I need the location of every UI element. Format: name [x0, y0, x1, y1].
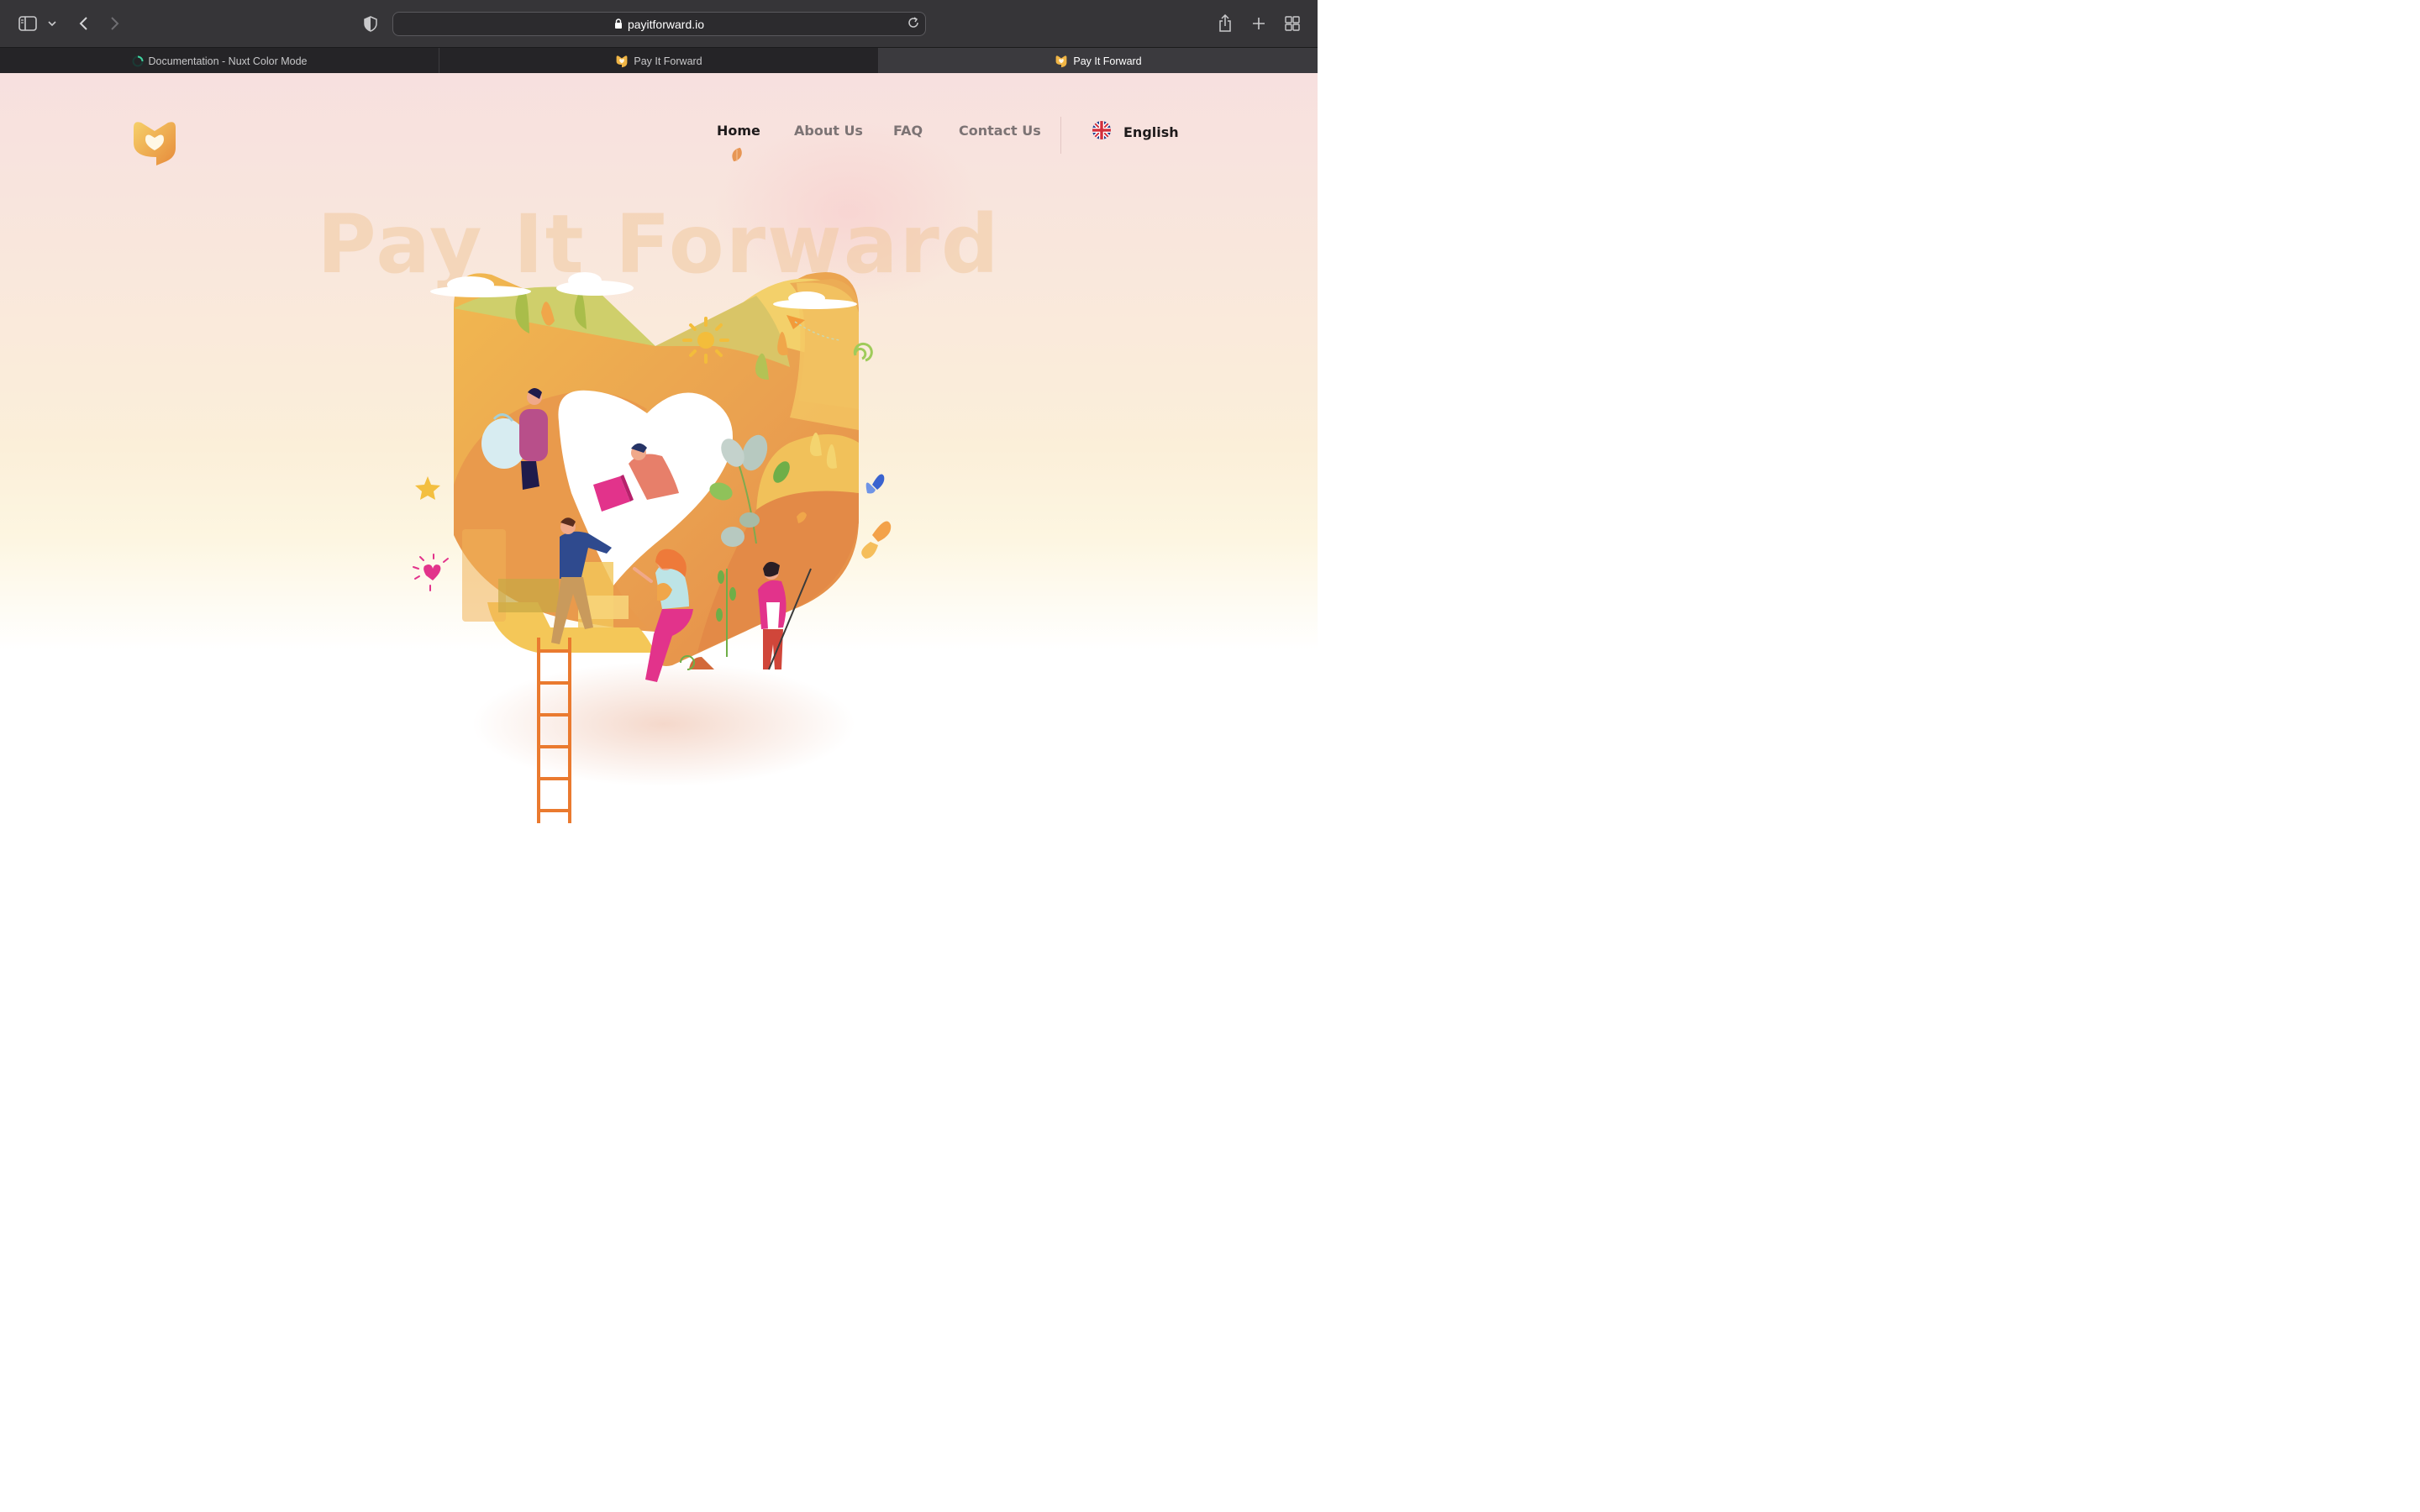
nav-home[interactable]: Home — [717, 123, 760, 139]
language-label: English — [1123, 123, 1179, 140]
heart-logo-icon — [1055, 55, 1068, 68]
new-tab-icon[interactable] — [1247, 12, 1270, 35]
tab-nuxt-docs[interactable]: Documentation - Nuxt Color Mode — [0, 48, 439, 74]
tab-title: Pay It Forward — [1073, 55, 1142, 67]
url-text: payitforward.io — [627, 17, 705, 31]
heart-logo-icon — [615, 55, 629, 68]
share-icon[interactable] — [1213, 12, 1237, 35]
browser-toolbar: payitforward.io — [0, 0, 1318, 47]
tab-title: Pay It Forward — [634, 55, 702, 67]
reload-icon[interactable] — [907, 16, 920, 33]
hero-illustration — [395, 233, 916, 823]
lock-icon — [614, 16, 623, 32]
chevron-down-icon[interactable] — [40, 12, 64, 35]
sidebar-toggle-icon[interactable] — [16, 12, 39, 35]
tab-title: Documentation - Nuxt Color Mode — [148, 55, 308, 67]
tab-pay-it-forward-active[interactable]: Pay It Forward — [879, 48, 1318, 74]
tab-overview-icon[interactable] — [1281, 12, 1304, 35]
nuxt-loader-icon — [132, 55, 144, 67]
nav-faq[interactable]: FAQ — [893, 123, 923, 139]
privacy-shield-icon[interactable] — [359, 12, 382, 35]
uk-flag-icon — [1092, 120, 1112, 144]
tab-bar: Documentation - Nuxt Color Mode Pay It F… — [0, 47, 1318, 74]
nav-about-us[interactable]: About Us — [794, 123, 863, 139]
address-bar[interactable]: payitforward.io — [392, 12, 926, 36]
nav-divider — [1060, 117, 1061, 154]
back-icon[interactable] — [71, 12, 95, 35]
language-switcher[interactable]: English — [1092, 120, 1179, 144]
tab-pay-it-forward[interactable]: Pay It Forward — [439, 48, 879, 74]
web-page: Home About Us FAQ Contact Us English Pay… — [0, 73, 1318, 823]
forward-icon[interactable] — [103, 12, 127, 35]
nav-contact-us[interactable]: Contact Us — [959, 123, 1041, 139]
active-leaf-indicator-icon — [729, 146, 744, 166]
